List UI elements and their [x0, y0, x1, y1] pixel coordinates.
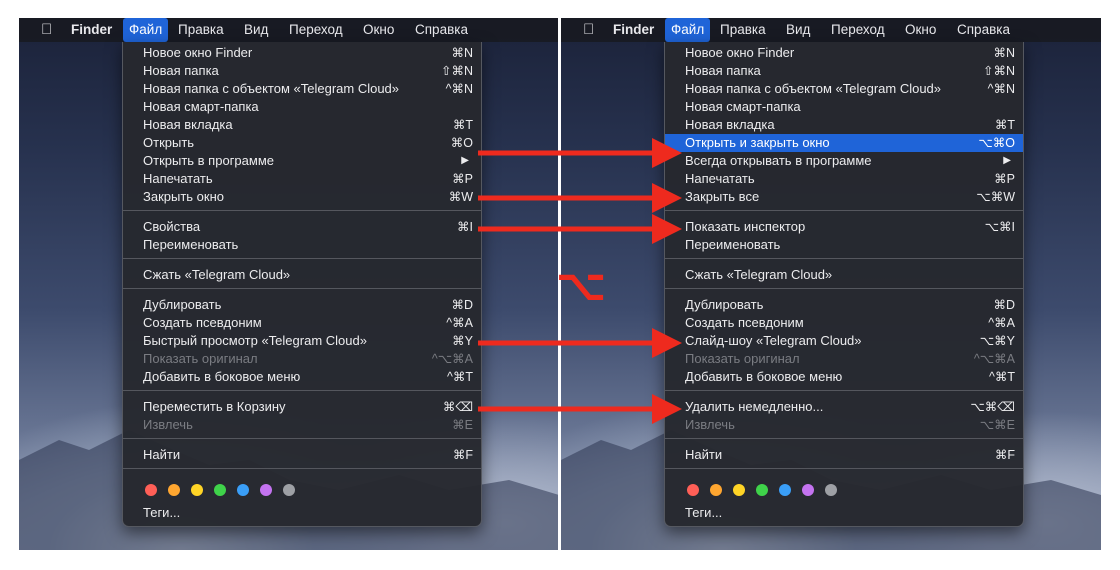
annotation-overlay: ⌥: [478, 138, 682, 424]
option-key-symbol: ⌥: [556, 260, 607, 311]
